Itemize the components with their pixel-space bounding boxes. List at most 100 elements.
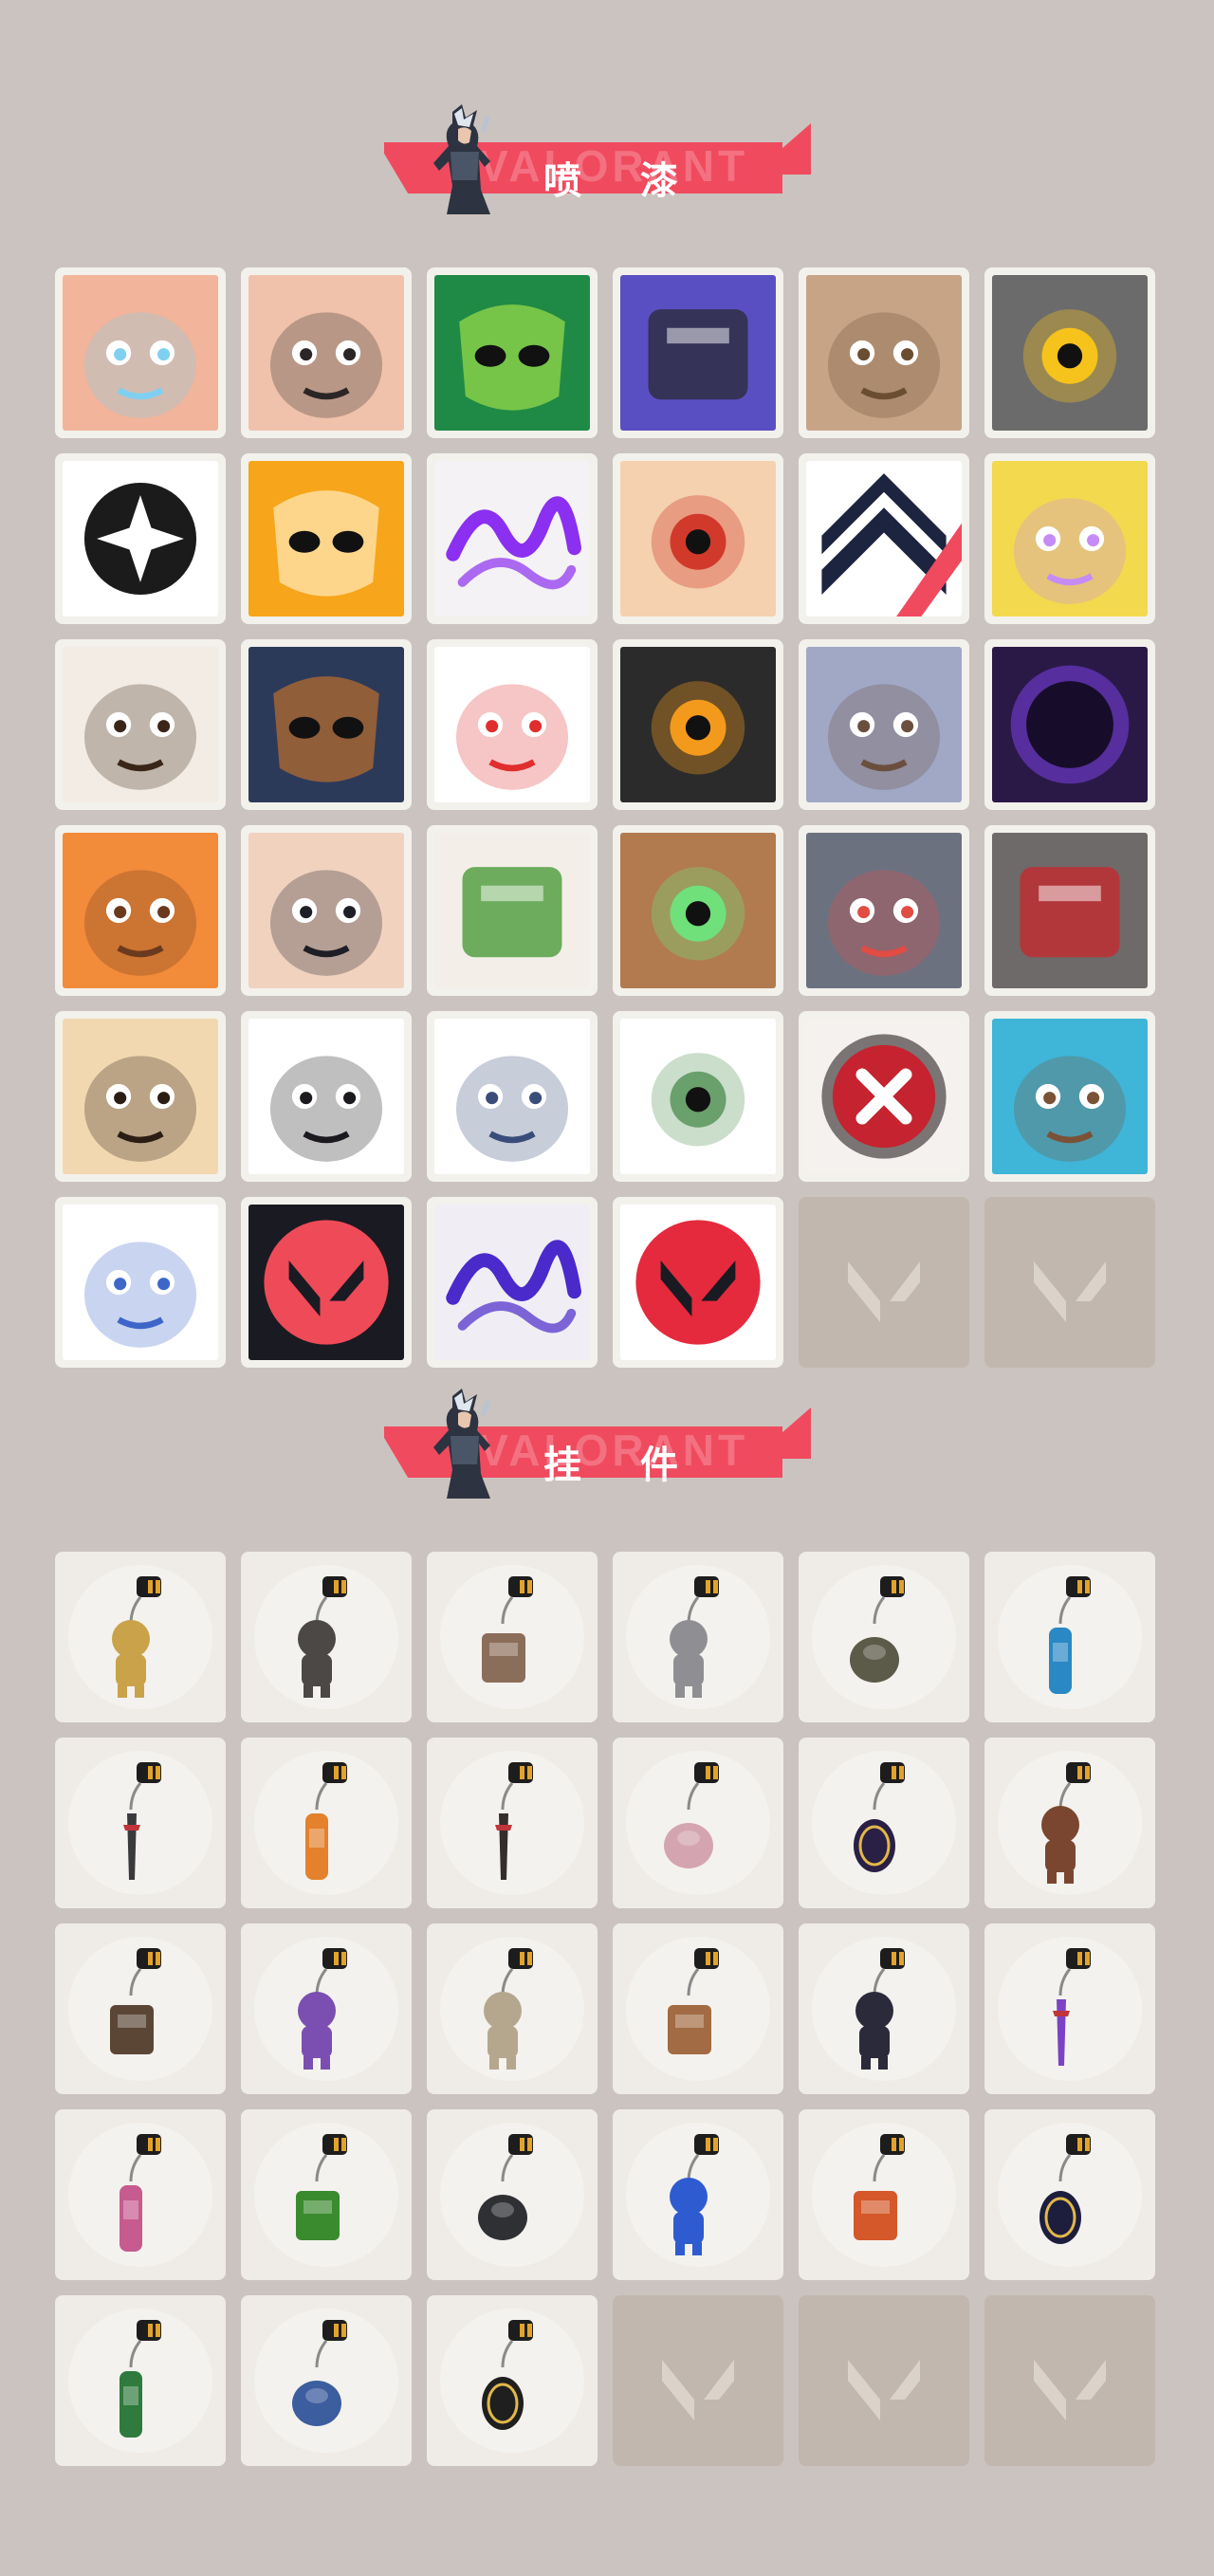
- empty-spray-slot[interactable]: [984, 1197, 1155, 1368]
- tiger-spray[interactable]: [55, 1011, 226, 1182]
- ep9-medal-purple-charm[interactable]: [799, 1738, 969, 1908]
- crying-mole-spray[interactable]: [799, 825, 969, 996]
- spray-image: [992, 833, 1148, 988]
- cardboard-box-charm[interactable]: [613, 1923, 783, 2094]
- wave-bear-spray[interactable]: [984, 1011, 1155, 1182]
- spray-image: [992, 275, 1148, 431]
- star-icon-spray[interactable]: [55, 453, 226, 624]
- ep9-medal-navy-charm[interactable]: [984, 2109, 1155, 2280]
- ufo-charm[interactable]: [241, 2295, 412, 2466]
- spray-image: [248, 647, 404, 802]
- purple-tag-spray[interactable]: [427, 1197, 598, 1368]
- pixel-agent-spray[interactable]: [55, 639, 226, 810]
- green-pager-charm[interactable]: [241, 2109, 412, 2280]
- empty-charm-slot[interactable]: [799, 2295, 969, 2466]
- yellow-camera-spray[interactable]: [984, 267, 1155, 438]
- spiked-blade-charm[interactable]: [55, 1738, 226, 1908]
- green-mask-spray[interactable]: [427, 267, 598, 438]
- robot-drone-charm[interactable]: [241, 1552, 412, 1722]
- orange-guitar-charm[interactable]: [241, 1738, 412, 1908]
- brown-bear-charm[interactable]: [984, 1738, 1155, 1908]
- spray-image: [992, 1019, 1148, 1174]
- charm-image: [68, 2123, 212, 2267]
- goggles-cat-spray[interactable]: [613, 453, 783, 624]
- spray-image: [63, 647, 218, 802]
- sleepy-purple-spray[interactable]: [984, 453, 1155, 624]
- purple-robot-spray[interactable]: [613, 267, 783, 438]
- valorant-logo-icon: [662, 2360, 734, 2420]
- cupcake-charm[interactable]: [613, 1738, 783, 1908]
- charm-image: [254, 1565, 398, 1709]
- spray-image: [620, 275, 776, 431]
- gold-tag-charm[interactable]: [427, 2295, 598, 2466]
- cooking-pot-charm[interactable]: [427, 1552, 598, 1722]
- chevron-spray[interactable]: [799, 453, 969, 624]
- purple-crystal-charm[interactable]: [984, 1923, 1155, 2094]
- black-sneaker-charm[interactable]: [427, 2109, 598, 2280]
- brown-penguin-spray[interactable]: [799, 267, 969, 438]
- armored-mask-spray[interactable]: [241, 639, 412, 810]
- blue-battery-charm[interactable]: [984, 1552, 1155, 1722]
- charm-image: [68, 1751, 212, 1895]
- charm-image: [626, 1937, 770, 2081]
- spray-image: [620, 1205, 776, 1360]
- spray-image: [248, 1205, 404, 1360]
- empty-charm-slot[interactable]: [984, 2295, 1155, 2466]
- agent-figure-charm[interactable]: [241, 1923, 412, 2094]
- charm-image: [626, 1565, 770, 1709]
- girl-pencil-spray[interactable]: [241, 1011, 412, 1182]
- charm-image: [998, 1565, 1142, 1709]
- spray-image: [63, 461, 218, 616]
- charm-image: [626, 1751, 770, 1895]
- blue-astronaut-charm[interactable]: [613, 2109, 783, 2280]
- no-symbol-spray[interactable]: [799, 1011, 969, 1182]
- orange-orb-spray[interactable]: [613, 639, 783, 810]
- green-can-charm[interactable]: [55, 2295, 226, 2466]
- spray-image: [806, 275, 962, 431]
- purple-void-spray[interactable]: [984, 639, 1155, 810]
- spray-image: [806, 1019, 962, 1174]
- spray-image: [806, 461, 962, 616]
- spray-image: [992, 647, 1148, 802]
- spray-image: [434, 1019, 590, 1174]
- dark-tassel-charm[interactable]: [799, 1923, 969, 2094]
- butterfly-face-spray[interactable]: [55, 267, 226, 438]
- charm-image: [440, 2123, 584, 2267]
- spray-image: [248, 833, 404, 988]
- cat-astronaut-charm[interactable]: [613, 1552, 783, 1722]
- raccoon-spray[interactable]: [799, 639, 969, 810]
- valorant-logo-teal-spray[interactable]: [241, 1197, 412, 1368]
- white-hair-agent-spray[interactable]: [55, 1197, 226, 1368]
- valorant-logo-icon: [848, 2360, 920, 2420]
- anime-boy-spray[interactable]: [241, 825, 412, 996]
- clown-spray[interactable]: [427, 639, 598, 810]
- green-box-spray[interactable]: [427, 825, 598, 996]
- cowboy-robot-charm[interactable]: [427, 1923, 598, 2094]
- red-rope-charm[interactable]: [427, 1738, 598, 1908]
- empty-spray-slot[interactable]: [799, 1197, 969, 1368]
- walkie-talkie-charm[interactable]: [799, 2109, 969, 2280]
- golden-cat-charm[interactable]: [55, 1552, 226, 1722]
- wooden-turret-charm[interactable]: [55, 1923, 226, 2094]
- shouting-man-spray[interactable]: [55, 825, 226, 996]
- beanie-penguin-spray[interactable]: [427, 1011, 598, 1182]
- valorant-logo-red-spray[interactable]: [613, 1197, 783, 1368]
- grumpy-face-spray[interactable]: [241, 267, 412, 438]
- green-eyes-spray[interactable]: [613, 825, 783, 996]
- agent-figure-icon: [433, 1389, 490, 1499]
- spray-image: [434, 1205, 590, 1360]
- charm-image: [812, 2123, 956, 2267]
- lava-lamp-charm[interactable]: [55, 2109, 226, 2280]
- orange-mask-spray[interactable]: [241, 453, 412, 624]
- charm-image: [812, 1937, 956, 2081]
- spray-image: [806, 833, 962, 988]
- charm-image: [998, 2123, 1142, 2267]
- purple-graffiti-spray[interactable]: [427, 453, 598, 624]
- charm-image: [998, 1937, 1142, 2081]
- grenade-pouch-charm[interactable]: [799, 1552, 969, 1722]
- frog-spray[interactable]: [613, 1011, 783, 1182]
- empty-charm-slot[interactable]: [613, 2295, 783, 2466]
- valorant-logo-icon: [1034, 1261, 1106, 1322]
- charm-image: [440, 1751, 584, 1895]
- red-blade-spray[interactable]: [984, 825, 1155, 996]
